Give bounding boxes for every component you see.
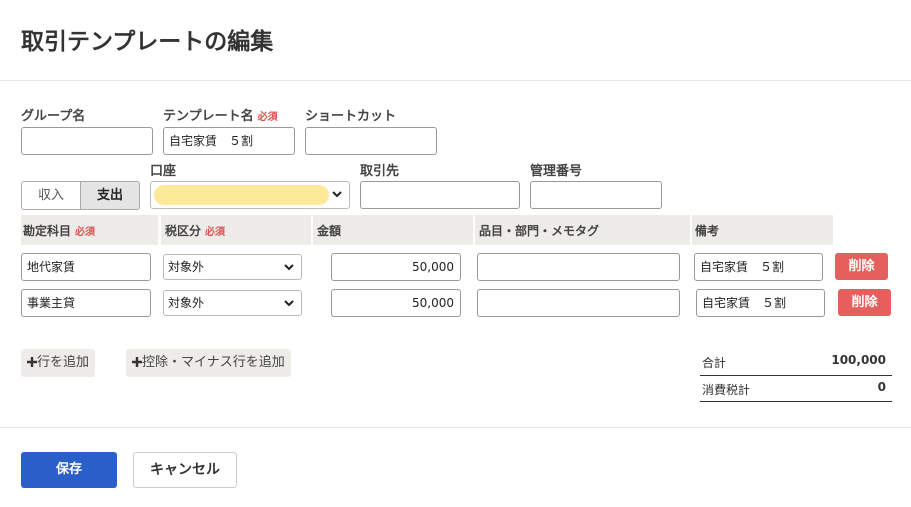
expense-toggle[interactable]: 支出 (80, 181, 140, 210)
add-deduction-row-label: 控除・マイナス行を追加 (142, 355, 285, 370)
chevron-down-icon (284, 300, 294, 307)
add-deduction-row-button[interactable]: 控除・マイナス行を追加 (126, 349, 291, 377)
required-badge: 必須 (205, 227, 226, 238)
tax-select[interactable]: 対象外 (163, 290, 302, 316)
col-header-account-text: 勘定科目 (23, 224, 72, 238)
income-toggle[interactable]: 収入 (21, 181, 81, 210)
add-row-button[interactable]: 行を追加 (21, 349, 96, 377)
cancel-button[interactable]: キャンセル (133, 452, 237, 488)
col-header-tax-text: 税区分 (165, 224, 202, 238)
ref-number-label: 管理番号 (530, 164, 583, 179)
page-title: 取引テンプレートの編集 (21, 29, 274, 55)
required-badge: 必須 (257, 112, 278, 123)
required-badge: 必須 (75, 227, 96, 238)
plus-icon (27, 357, 37, 367)
col-header-account: 勘定科目 必須 (21, 215, 158, 245)
shortcut-input[interactable] (305, 127, 437, 155)
delete-button[interactable]: 削除 (838, 289, 891, 316)
col-header-tags: 品目・部門・メモタグ (475, 215, 690, 245)
delete-button[interactable]: 削除 (835, 253, 888, 280)
plus-icon (132, 357, 142, 367)
summary-divider (700, 401, 892, 402)
template-name-input[interactable]: 自宅家賃 ５割 (163, 127, 295, 155)
template-name-label-text: テンプレート名 (163, 109, 254, 124)
tax-total-label: 消費税計 (702, 383, 751, 397)
tax-select[interactable]: 対象外 (163, 254, 302, 280)
ref-number-input[interactable] (530, 181, 662, 209)
total-label: 合計 (702, 356, 727, 370)
chevron-down-icon (284, 264, 294, 271)
tags-field[interactable] (477, 253, 680, 281)
header-divider (0, 80, 911, 81)
partner-input[interactable] (360, 181, 520, 209)
partner-label: 取引先 (360, 164, 400, 179)
account-field[interactable]: 地代家賃 (21, 253, 151, 281)
account-field[interactable]: 事業主貸 (21, 289, 151, 317)
account-select[interactable] (150, 181, 350, 209)
tax-select-value: 対象外 (168, 296, 205, 310)
tax-total-value: 0 (877, 380, 886, 394)
tax-select-value: 対象外 (168, 260, 205, 274)
footer-divider (0, 427, 911, 428)
amount-field[interactable]: 50,000 (331, 253, 461, 281)
amount-field[interactable]: 50,000 (331, 289, 461, 317)
col-header-tax: 税区分 必須 (161, 215, 311, 245)
account-label: 口座 (150, 164, 177, 179)
account-select-highlight (154, 185, 329, 205)
template-name-label: テンプレート名 必須 (163, 105, 278, 124)
chevron-down-icon (332, 191, 342, 198)
col-header-note: 備考 (692, 215, 833, 245)
group-name-label: グループ名 (21, 109, 86, 124)
note-field[interactable]: 自宅家賃 ５割 (694, 253, 823, 281)
shortcut-label: ショートカット (305, 109, 397, 124)
col-header-amount: 金額 (313, 215, 473, 245)
save-button[interactable]: 保存 (21, 452, 117, 488)
total-value: 100,000 (831, 353, 886, 367)
note-field[interactable]: 自宅家賃 ５割 (696, 289, 825, 317)
group-name-input[interactable] (21, 127, 153, 155)
add-row-label: 行を追加 (37, 355, 90, 370)
summary-divider (700, 375, 892, 376)
tags-field[interactable] (477, 289, 680, 317)
